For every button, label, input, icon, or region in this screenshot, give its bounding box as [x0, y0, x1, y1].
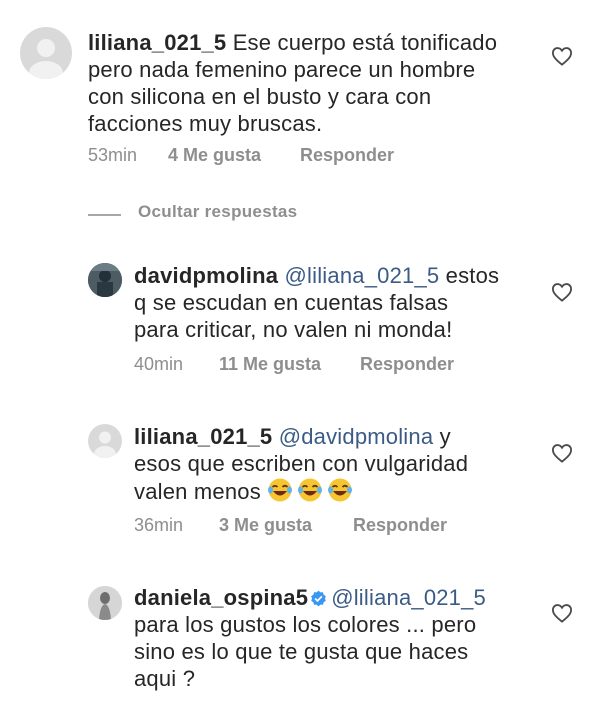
mention-link[interactable]: @davidpmolina: [279, 424, 434, 449]
avatar[interactable]: [88, 263, 122, 297]
heart-icon[interactable]: [551, 603, 573, 623]
comment-body-line: valen menos: [134, 479, 261, 504]
comment-body-line: estos: [445, 263, 500, 288]
comment-username[interactable]: liliana_021_5: [88, 30, 226, 55]
laughing-tears-emoji-icon: [328, 478, 353, 502]
comment-text: liliana_021_5 @davidpmolina y esos que e…: [134, 423, 468, 505]
likes-count[interactable]: 4 Me gusta: [168, 145, 261, 166]
likes-count[interactable]: 11 Me gusta: [219, 354, 321, 375]
divider: [88, 214, 121, 216]
comment-body-line: facciones muy bruscas.: [88, 111, 323, 136]
comment-body-line: pero nada femenino parece un hombre: [88, 57, 476, 82]
comment-body-line: sino es lo que te gusta que haces: [134, 639, 469, 664]
comment-body-line: con silicona en el busto y cara con: [88, 84, 432, 109]
hide-replies-label[interactable]: Ocultar respuestas: [138, 202, 297, 222]
comment-body-line: para criticar, no valen ni monda!: [134, 317, 453, 342]
comment-username[interactable]: davidpmolina: [134, 263, 278, 288]
heart-icon[interactable]: [551, 282, 573, 302]
mention-link[interactable]: @liliana_021_5: [331, 585, 486, 610]
comment-timestamp: 36min: [134, 515, 184, 535]
avatar[interactable]: [88, 586, 122, 620]
comment-username[interactable]: liliana_021_5: [134, 424, 272, 449]
hide-replies-toggle[interactable]: Ocultar respuestas: [88, 202, 388, 226]
comment-body-line: q se escudan en cuentas falsas: [134, 290, 449, 315]
comment-body-line: aqui ?: [134, 666, 196, 691]
laughing-tears-emoji-icon: [268, 478, 293, 502]
reply-button[interactable]: Responder: [353, 515, 447, 536]
avatar[interactable]: [20, 27, 72, 79]
comment-timestamp: 40min: [134, 354, 184, 374]
comment-username[interactable]: daniela_ospina5: [134, 585, 308, 610]
comment-text: davidpmolina @liliana_021_5 estos q se e…: [134, 262, 499, 343]
avatar[interactable]: [88, 424, 122, 458]
comment-body-line: y: [439, 424, 451, 449]
reply-button[interactable]: Responder: [300, 145, 394, 166]
reply-button[interactable]: Responder: [360, 354, 454, 375]
comment-body-line: para los gustos los colores ... pero: [134, 612, 477, 637]
comment-timestamp: 53min: [88, 145, 138, 165]
likes-count[interactable]: 3 Me gusta: [219, 515, 312, 536]
comment-body-line: esos que escriben con vulgaridad: [134, 451, 469, 476]
heart-icon[interactable]: [551, 443, 573, 463]
mention-link[interactable]: @liliana_021_5: [285, 263, 440, 288]
laughing-tears-emoji-icon: [298, 478, 323, 502]
comment-body-line: Ese cuerpo está tonificado: [232, 30, 498, 55]
verified-badge-icon: [311, 590, 326, 607]
comment-text: daniela_ospina5 @liliana_021_5 para los …: [134, 584, 486, 692]
heart-icon[interactable]: [551, 46, 573, 66]
comment-text: liliana_021_5 Ese cuerpo está tonificado…: [88, 29, 497, 137]
